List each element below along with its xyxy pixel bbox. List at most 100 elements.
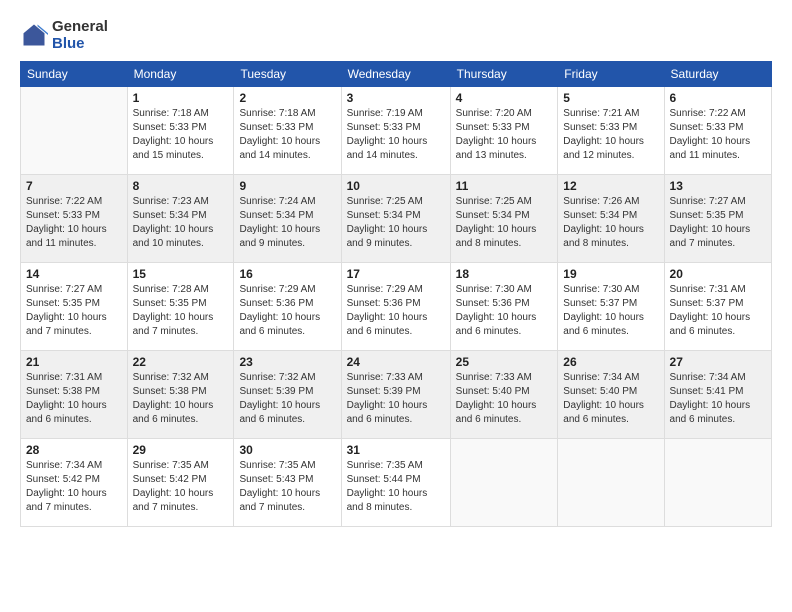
day-info: Sunrise: 7:34 AM Sunset: 5:42 PM Dayligh…: [26, 459, 122, 515]
day-number: 1: [133, 91, 229, 105]
day-number: 3: [347, 91, 445, 105]
day-info: Sunrise: 7:23 AM Sunset: 5:34 PM Dayligh…: [133, 195, 229, 251]
calendar-cell: 18 Sunrise: 7:30 AM Sunset: 5:36 PM Dayli…: [450, 262, 558, 350]
day-number: 4: [456, 91, 553, 105]
day-info: Sunrise: 7:32 AM Sunset: 5:38 PM Dayligh…: [133, 371, 229, 427]
day-info: Sunrise: 7:28 AM Sunset: 5:35 PM Dayligh…: [133, 283, 229, 339]
day-number: 19: [563, 267, 658, 281]
calendar-cell: [558, 438, 664, 526]
day-info: Sunrise: 7:29 AM Sunset: 5:36 PM Dayligh…: [239, 283, 335, 339]
day-number: 23: [239, 355, 335, 369]
calendar-cell: 30Sunrise: 7:35 AM Sunset: 5:43 PM Dayli…: [234, 438, 341, 526]
day-info: Sunrise: 7:35 AM Sunset: 5:44 PM Dayligh…: [347, 459, 445, 515]
calendar-cell: 2 Sunrise: 7:18 AM Sunset: 5:33 PM Daylig…: [234, 86, 341, 174]
day-number: 24: [347, 355, 445, 369]
calendar-cell: 3 Sunrise: 7:19 AM Sunset: 5:33 PM Daylig…: [341, 86, 450, 174]
day-number: 12: [563, 179, 658, 193]
day-info: Sunrise: 7:18 AM Sunset: 5:33 PM Dayligh…: [239, 107, 335, 163]
calendar-header-row: SundayMondayTuesdayWednesdayThursdayFrid…: [21, 61, 772, 86]
day-number: 18: [456, 267, 553, 281]
calendar-cell: 15 Sunrise: 7:28 AM Sunset: 5:35 PM Dayli…: [127, 262, 234, 350]
calendar-cell: 1 Sunrise: 7:18 AM Sunset: 5:33 PM Daylig…: [127, 86, 234, 174]
day-info: Sunrise: 7:27 AM Sunset: 5:35 PM Dayligh…: [26, 283, 122, 339]
col-header-wednesday: Wednesday: [341, 61, 450, 86]
calendar-week-row: 1 Sunrise: 7:18 AM Sunset: 5:33 PM Daylig…: [21, 86, 772, 174]
day-number: 26: [563, 355, 658, 369]
calendar-cell: 31 Sunrise: 7:35 AM Sunset: 5:44 PM Dayli…: [341, 438, 450, 526]
calendar-cell: [21, 86, 128, 174]
calendar-cell: 28Sunrise: 7:34 AM Sunset: 5:42 PM Dayli…: [21, 438, 128, 526]
logo-general: General: [52, 18, 108, 35]
col-header-friday: Friday: [558, 61, 664, 86]
day-number: 15: [133, 267, 229, 281]
calendar-week-row: 14Sunrise: 7:27 AM Sunset: 5:35 PM Dayli…: [21, 262, 772, 350]
day-info: Sunrise: 7:22 AM Sunset: 5:33 PM Dayligh…: [26, 195, 122, 251]
calendar-cell: 9Sunrise: 7:24 AM Sunset: 5:34 PM Daylig…: [234, 174, 341, 262]
logo: General Blue: [20, 18, 108, 53]
calendar-week-row: 7 Sunrise: 7:22 AM Sunset: 5:33 PM Daylig…: [21, 174, 772, 262]
day-info: Sunrise: 7:33 AM Sunset: 5:39 PM Dayligh…: [347, 371, 445, 427]
day-info: Sunrise: 7:22 AM Sunset: 5:33 PM Dayligh…: [670, 107, 766, 163]
day-number: 9: [239, 179, 335, 193]
day-number: 17: [347, 267, 445, 281]
day-number: 2: [239, 91, 335, 105]
calendar-cell: [664, 438, 771, 526]
day-info: Sunrise: 7:34 AM Sunset: 5:40 PM Dayligh…: [563, 371, 658, 427]
col-header-sunday: Sunday: [21, 61, 128, 86]
day-info: Sunrise: 7:32 AM Sunset: 5:39 PM Dayligh…: [239, 371, 335, 427]
day-number: 8: [133, 179, 229, 193]
day-number: 27: [670, 355, 766, 369]
logo-blue: Blue: [52, 35, 108, 52]
day-info: Sunrise: 7:19 AM Sunset: 5:33 PM Dayligh…: [347, 107, 445, 163]
day-info: Sunrise: 7:33 AM Sunset: 5:40 PM Dayligh…: [456, 371, 553, 427]
calendar-table: SundayMondayTuesdayWednesdayThursdayFrid…: [20, 61, 772, 527]
day-number: 13: [670, 179, 766, 193]
day-number: 25: [456, 355, 553, 369]
calendar-cell: 14Sunrise: 7:27 AM Sunset: 5:35 PM Dayli…: [21, 262, 128, 350]
calendar-cell: 7 Sunrise: 7:22 AM Sunset: 5:33 PM Daylig…: [21, 174, 128, 262]
day-info: Sunrise: 7:31 AM Sunset: 5:37 PM Dayligh…: [670, 283, 766, 339]
day-number: 22: [133, 355, 229, 369]
day-info: Sunrise: 7:25 AM Sunset: 5:34 PM Dayligh…: [456, 195, 553, 251]
calendar-cell: 12 Sunrise: 7:26 AM Sunset: 5:34 PM Dayli…: [558, 174, 664, 262]
header: General Blue: [20, 18, 772, 53]
logo-icon: [20, 21, 48, 49]
calendar-cell: 11Sunrise: 7:25 AM Sunset: 5:34 PM Dayli…: [450, 174, 558, 262]
day-info: Sunrise: 7:20 AM Sunset: 5:33 PM Dayligh…: [456, 107, 553, 163]
calendar-cell: 20 Sunrise: 7:31 AM Sunset: 5:37 PM Dayli…: [664, 262, 771, 350]
calendar-cell: 19 Sunrise: 7:30 AM Sunset: 5:37 PM Dayli…: [558, 262, 664, 350]
calendar-cell: 6 Sunrise: 7:22 AM Sunset: 5:33 PM Daylig…: [664, 86, 771, 174]
day-info: Sunrise: 7:29 AM Sunset: 5:36 PM Dayligh…: [347, 283, 445, 339]
calendar-cell: 27Sunrise: 7:34 AM Sunset: 5:41 PM Dayli…: [664, 350, 771, 438]
day-number: 6: [670, 91, 766, 105]
calendar-cell: 5 Sunrise: 7:21 AM Sunset: 5:33 PM Daylig…: [558, 86, 664, 174]
day-info: Sunrise: 7:30 AM Sunset: 5:37 PM Dayligh…: [563, 283, 658, 339]
page: General Blue SundayMondayTuesdayWednesda…: [0, 0, 792, 612]
calendar-week-row: 28Sunrise: 7:34 AM Sunset: 5:42 PM Dayli…: [21, 438, 772, 526]
day-info: Sunrise: 7:27 AM Sunset: 5:35 PM Dayligh…: [670, 195, 766, 251]
col-header-saturday: Saturday: [664, 61, 771, 86]
day-number: 21: [26, 355, 122, 369]
day-number: 5: [563, 91, 658, 105]
day-number: 7: [26, 179, 122, 193]
col-header-monday: Monday: [127, 61, 234, 86]
calendar-cell: 22 Sunrise: 7:32 AM Sunset: 5:38 PM Dayli…: [127, 350, 234, 438]
calendar-cell: 23 Sunrise: 7:32 AM Sunset: 5:39 PM Dayli…: [234, 350, 341, 438]
calendar-cell: 26 Sunrise: 7:34 AM Sunset: 5:40 PM Dayli…: [558, 350, 664, 438]
day-info: Sunrise: 7:30 AM Sunset: 5:36 PM Dayligh…: [456, 283, 553, 339]
calendar-week-row: 21Sunrise: 7:31 AM Sunset: 5:38 PM Dayli…: [21, 350, 772, 438]
calendar-cell: 13 Sunrise: 7:27 AM Sunset: 5:35 PM Dayli…: [664, 174, 771, 262]
calendar-cell: 16 Sunrise: 7:29 AM Sunset: 5:36 PM Dayli…: [234, 262, 341, 350]
col-header-tuesday: Tuesday: [234, 61, 341, 86]
calendar-cell: 10Sunrise: 7:25 AM Sunset: 5:34 PM Dayli…: [341, 174, 450, 262]
day-info: Sunrise: 7:26 AM Sunset: 5:34 PM Dayligh…: [563, 195, 658, 251]
calendar-cell: 24 Sunrise: 7:33 AM Sunset: 5:39 PM Dayli…: [341, 350, 450, 438]
calendar-cell: 29Sunrise: 7:35 AM Sunset: 5:42 PM Dayli…: [127, 438, 234, 526]
day-number: 20: [670, 267, 766, 281]
day-info: Sunrise: 7:21 AM Sunset: 5:33 PM Dayligh…: [563, 107, 658, 163]
day-number: 16: [239, 267, 335, 281]
calendar-cell: 4 Sunrise: 7:20 AM Sunset: 5:33 PM Daylig…: [450, 86, 558, 174]
calendar-cell: 21Sunrise: 7:31 AM Sunset: 5:38 PM Dayli…: [21, 350, 128, 438]
day-info: Sunrise: 7:18 AM Sunset: 5:33 PM Dayligh…: [133, 107, 229, 163]
day-number: 31: [347, 443, 445, 457]
